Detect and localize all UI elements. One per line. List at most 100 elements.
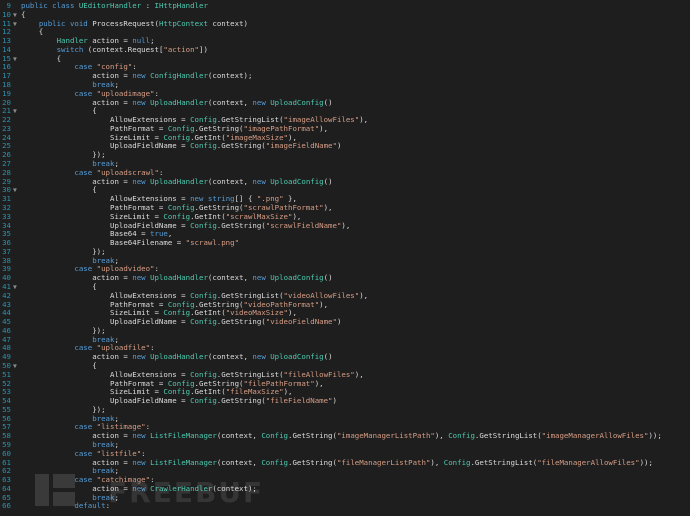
fold-arrow-icon[interactable]: ▼ [13, 283, 19, 292]
fold-arrow-icon[interactable]: ▼ [13, 186, 19, 195]
code-token: }); [21, 150, 106, 160]
code-token: Config [190, 141, 217, 151]
fold-arrow-icon[interactable]: ▼ [13, 11, 19, 20]
code-token: UploadConfig [270, 97, 324, 107]
code-token: )); [639, 457, 653, 467]
code-token: new [132, 273, 151, 283]
code-token: Config [167, 123, 195, 133]
code-token: ) [332, 396, 337, 406]
code-token: ListFileManager [150, 457, 217, 467]
code-token: ), [314, 378, 324, 388]
code-token: UploadHandler [150, 97, 208, 107]
code-token: new [132, 176, 151, 186]
code-token: "imagePathFormat" [243, 123, 320, 133]
code-token: "scrawl.png" [185, 238, 240, 248]
code-token: Config [190, 115, 217, 125]
code-token: PathFormat = [21, 378, 168, 388]
code-token: ListFileManager [150, 431, 217, 441]
code-token: UploadConfig [270, 352, 324, 362]
code-token: .GetInt( [190, 132, 226, 142]
code-token: ConfigHandler [150, 71, 208, 81]
code-token: ), [319, 299, 329, 309]
code-token: ), [319, 123, 329, 133]
code-token: "videoFieldName" [265, 317, 337, 327]
code-token: .GetString( [288, 457, 337, 467]
code-token: Config [167, 378, 195, 388]
fold-arrow-icon[interactable]: ▼ [13, 362, 19, 371]
code-token: ; [114, 159, 119, 169]
code-token: .GetInt( [190, 211, 226, 221]
fold-arrow-icon[interactable]: ▼ [13, 107, 19, 116]
code-token: Config [261, 457, 289, 467]
code-token: context) [207, 18, 248, 28]
code-token: SizeLimit = [21, 308, 164, 318]
code-token: .GetString( [194, 202, 244, 212]
code-token: .GetString( [216, 396, 266, 406]
code-token: new [252, 352, 271, 362]
code-token: case [74, 62, 97, 72]
code-token: UploadFieldName = [21, 220, 191, 230]
code-token: action = [21, 176, 133, 186]
code-token: ; [114, 440, 119, 449]
code-token: Config [443, 457, 471, 467]
code-token: switch [56, 44, 84, 54]
code-token: PathFormat = [21, 202, 168, 212]
code-token: UploadConfig [270, 273, 324, 283]
code-token: null [132, 36, 151, 46]
code-token: SizeLimit = [21, 387, 164, 397]
code-token: "imageManagerListPath" [336, 431, 435, 441]
fold-arrow-icon[interactable]: ▼ [13, 55, 19, 64]
code-token: () [323, 176, 333, 186]
code-token: SizeLimit = [21, 211, 164, 221]
code-token: break [92, 413, 115, 423]
code-token: HttpContext [158, 18, 208, 28]
code-token: .GetString( [194, 123, 244, 133]
code-token: "listimage" [96, 422, 146, 432]
code-token: UploadFieldName = [21, 396, 191, 406]
code-token: .GetInt( [190, 387, 226, 397]
code-token: Config [167, 202, 195, 212]
code-token: (context, [207, 352, 253, 362]
code-token: new [190, 194, 208, 204]
code-token: [] { [234, 194, 257, 204]
code-token: action = [21, 97, 133, 107]
code-token: action = [87, 36, 133, 46]
code-token: : [154, 88, 159, 98]
code-token: ; [150, 36, 155, 46]
code-token: new [132, 352, 151, 362]
code-editor[interactable]: 9 public class UEditorHandler : IHttpHand… [0, 0, 690, 516]
code-token: )); [648, 431, 662, 441]
code-token: UploadFieldName = [21, 317, 191, 327]
code-token: break [92, 440, 115, 449]
code-token: break [92, 159, 115, 169]
code-token: break [92, 334, 115, 344]
code-token: "fileMaxSize" [225, 387, 284, 397]
code-token: Config [190, 220, 217, 230]
code-token: public void [38, 18, 93, 28]
code-token: .GetInt( [190, 308, 226, 318]
code-token: { [21, 360, 97, 370]
code-token: }); [21, 404, 106, 414]
code-token: case [74, 167, 97, 177]
code-token: ), [430, 457, 444, 467]
code-token: ), [341, 220, 351, 230]
code-token: true [150, 229, 168, 239]
code-token: "uploadscrawl" [96, 167, 159, 177]
code-token: { [21, 185, 97, 195]
code-token: ), [288, 132, 297, 142]
fold-arrow-icon[interactable]: ▼ [13, 20, 19, 29]
code-token: (context, [216, 431, 262, 441]
code-token: () [323, 97, 333, 107]
code-token: { [21, 281, 97, 291]
code-token: : [141, 448, 146, 458]
code-token: case [74, 264, 97, 274]
code-token: { [21, 9, 26, 19]
code-token: ), [292, 211, 302, 221]
